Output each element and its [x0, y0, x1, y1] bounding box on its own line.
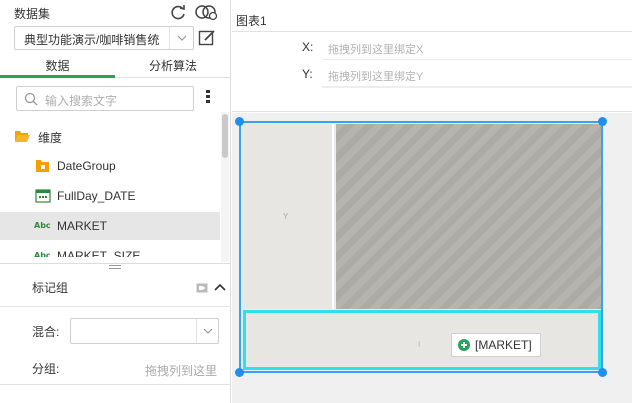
y-shelf-placeholder: 拖拽列到这里绑定Y: [328, 71, 424, 83]
resize-handle-top-right[interactable]: [598, 117, 607, 126]
x-axis-placeholder: I: [418, 340, 421, 349]
tree-group-label: 维度: [38, 131, 63, 145]
extra-shelf[interactable]: [322, 87, 632, 113]
data-panel: 数据集 典型功能演示/咖啡销售统 数据 分析算法 输入搜索文字 维度 DateG…: [0, 0, 231, 403]
date-group-icon: [36, 160, 49, 172]
calendar-icon: [35, 189, 51, 203]
y-shelf[interactable]: 拖拽列到这里绑定Y: [322, 61, 632, 87]
chart-canvas: Y I [MARKET]: [232, 113, 632, 403]
divider: [0, 306, 231, 307]
group-label: 分组:: [32, 362, 60, 376]
chart-visual[interactable]: Y I [MARKET]: [239, 121, 603, 373]
tree-item-market-size[interactable]: Abc MARKET_SIZE: [0, 242, 220, 257]
tree-item-label: MARKET_SIZE: [57, 249, 141, 257]
tag-icon[interactable]: [196, 282, 208, 294]
chevron-up-icon[interactable]: [214, 282, 226, 292]
y-axis-area[interactable]: Y: [243, 124, 334, 309]
tab-analysis-algorithms[interactable]: 分析算法: [115, 56, 231, 78]
search-placeholder: 输入搜索文字: [45, 94, 118, 108]
y-axis-placeholder: Y: [283, 212, 289, 221]
tree-scrollbar[interactable]: [221, 112, 229, 262]
edit-icon[interactable]: [198, 29, 216, 47]
tree-item-dategroup[interactable]: DateGroup: [0, 152, 220, 180]
dataset-select[interactable]: 典型功能演示/咖啡销售统: [14, 26, 194, 50]
tree-item-market[interactable]: Abc MARKET: [0, 212, 220, 240]
drag-handle-icon[interactable]: [109, 265, 121, 269]
dataset-select-value: 典型功能演示/咖啡销售统: [24, 33, 160, 47]
search-icon: [24, 92, 38, 106]
resize-handle-top-left[interactable]: [235, 117, 244, 126]
refresh-icon[interactable]: [168, 3, 188, 21]
tree-item-label: FullDay_DATE: [57, 189, 136, 203]
x-shelf-placeholder: 拖拽列到这里绑定X: [328, 44, 424, 56]
tree-group-dimensions[interactable]: 维度: [0, 122, 220, 150]
search-input[interactable]: 输入搜索文字: [16, 86, 194, 111]
binding-shelves: X: 拖拽列到这里绑定X Y: 拖拽列到这里绑定Y: [232, 31, 632, 112]
panel-splitter[interactable]: [0, 263, 231, 271]
abc-text-icon: Abc: [34, 221, 51, 230]
drop-field-label: [MARKET]: [475, 338, 532, 352]
x-shelf-label: X:: [302, 40, 314, 54]
chart-title: 图表1: [236, 14, 267, 28]
tree-item-label: MARKET: [57, 219, 108, 233]
group-drop-zone[interactable]: 拖拽列到这里: [145, 362, 217, 379]
y-shelf-label: Y:: [302, 67, 313, 81]
mix-label: 混合:: [32, 325, 60, 339]
mix-select[interactable]: [70, 318, 219, 344]
x-axis-drop-zone[interactable]: I [MARKET]: [243, 310, 601, 370]
dataset-link-icon[interactable]: [194, 3, 218, 21]
plot-area[interactable]: [336, 124, 601, 309]
more-options-icon[interactable]: [205, 90, 211, 106]
mark-group-title: 标记组: [32, 281, 69, 295]
scrollbar-thumb[interactable]: [222, 114, 228, 158]
drop-field-pill: [MARKET]: [451, 333, 541, 357]
tree-item-label: DateGroup: [57, 159, 116, 173]
tree-item-fullday-date[interactable]: FullDay_DATE: [0, 182, 220, 210]
tab-data[interactable]: 数据: [0, 56, 115, 78]
field-tree: 维度 DateGroup FullDay_DATE Abc MARKET Abc…: [0, 122, 220, 257]
folder-open-icon: [15, 131, 30, 142]
resize-handle-bottom-left[interactable]: [235, 368, 244, 377]
x-shelf[interactable]: 拖拽列到这里绑定X: [322, 34, 632, 60]
dataset-title: 数据集: [14, 7, 51, 21]
chevron-down-icon[interactable]: [169, 27, 193, 49]
chart-editor: 图表1 X: 拖拽列到这里绑定X Y: 拖拽列到这里绑定Y Y I [MARKE…: [232, 0, 632, 403]
panel-tabs: 数据 分析算法: [0, 56, 231, 78]
divider: [0, 384, 231, 385]
resize-handle-bottom-right[interactable]: [598, 368, 607, 377]
plus-circle-icon: [458, 339, 470, 351]
chevron-down-icon[interactable]: [196, 319, 218, 343]
abc-text-icon: Abc: [34, 251, 51, 257]
